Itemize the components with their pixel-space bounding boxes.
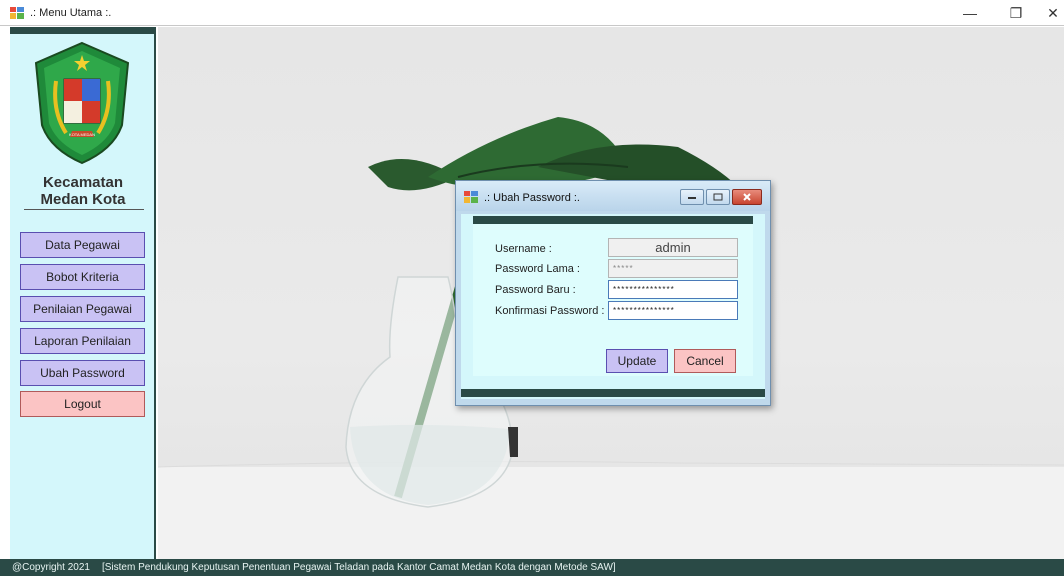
dialog-minimize-button[interactable]	[680, 189, 704, 205]
update-button[interactable]: Update	[606, 349, 668, 373]
dialog-titlebar[interactable]: .: Ubah Password :.	[456, 181, 770, 211]
dialog-body: Username : admin Password Lama : ***** P…	[461, 214, 765, 399]
restore-icon	[713, 193, 723, 201]
nav-bobot-kriteria-button[interactable]: Bobot Kriteria	[20, 264, 145, 290]
dialog-app-icon	[464, 191, 478, 203]
new-password-input[interactable]: ***************	[608, 280, 738, 299]
close-button[interactable]: ✕	[1030, 0, 1064, 26]
nav-laporan-penilaian-button[interactable]: Laporan Penilaian	[20, 328, 145, 354]
nav-ubah-password-button[interactable]: Ubah Password	[20, 360, 145, 386]
org-name: Kecamatan Medan Kota	[10, 174, 156, 208]
new-password-label: Password Baru :	[495, 284, 576, 296]
status-text: [Sistem Pendukung Keputusan Penentuan Pe…	[101, 562, 616, 573]
password-form: Username : admin Password Lama : ***** P…	[473, 224, 753, 376]
org-name-line2: Medan Kota	[40, 191, 126, 208]
app-icon	[10, 7, 24, 19]
sidebar: KOTA MEDAN Kecamatan Medan Kota Data Peg…	[10, 27, 156, 559]
emblem-text: KOTA MEDAN	[69, 132, 95, 137]
dialog-close-button[interactable]	[732, 189, 762, 205]
dialog-top-band	[473, 216, 753, 224]
window-title: .: Menu Utama :.	[30, 7, 112, 19]
kota-medan-emblem-icon: KOTA MEDAN	[34, 41, 130, 165]
nav-data-pegawai-button[interactable]: Data Pegawai	[20, 232, 145, 258]
dialog-title: .: Ubah Password :.	[484, 192, 580, 204]
old-password-field: *****	[608, 259, 738, 278]
org-name-line1: Kecamatan	[42, 174, 124, 191]
confirm-password-label: Konfirmasi Password :	[495, 305, 605, 317]
sidebar-top-band	[10, 27, 156, 34]
cancel-button[interactable]: Cancel	[674, 349, 736, 373]
window-titlebar: .: Menu Utama :. — ❐ ✕	[0, 0, 1064, 26]
old-password-label: Password Lama :	[495, 263, 580, 275]
username-field: admin	[608, 238, 738, 257]
confirm-password-input[interactable]: ***************	[608, 301, 738, 320]
dialog-bottom-band	[461, 389, 765, 397]
minimize-icon	[688, 197, 696, 199]
status-bar: @Copyright 2021 [Sistem Pendukung Keputu…	[0, 559, 1064, 576]
close-icon	[743, 193, 751, 201]
minimize-button[interactable]: —	[947, 0, 993, 26]
copyright-text: @Copyright 2021	[12, 562, 90, 573]
dialog-maximize-button[interactable]	[706, 189, 730, 205]
ubah-password-dialog: .: Ubah Password :. Username : admin Pas…	[455, 180, 771, 406]
logout-button[interactable]: Logout	[20, 391, 145, 417]
divider	[24, 209, 144, 210]
username-label: Username :	[495, 243, 552, 255]
nav-penilaian-pegawai-button[interactable]: Penilaian Pegawai	[20, 296, 145, 322]
